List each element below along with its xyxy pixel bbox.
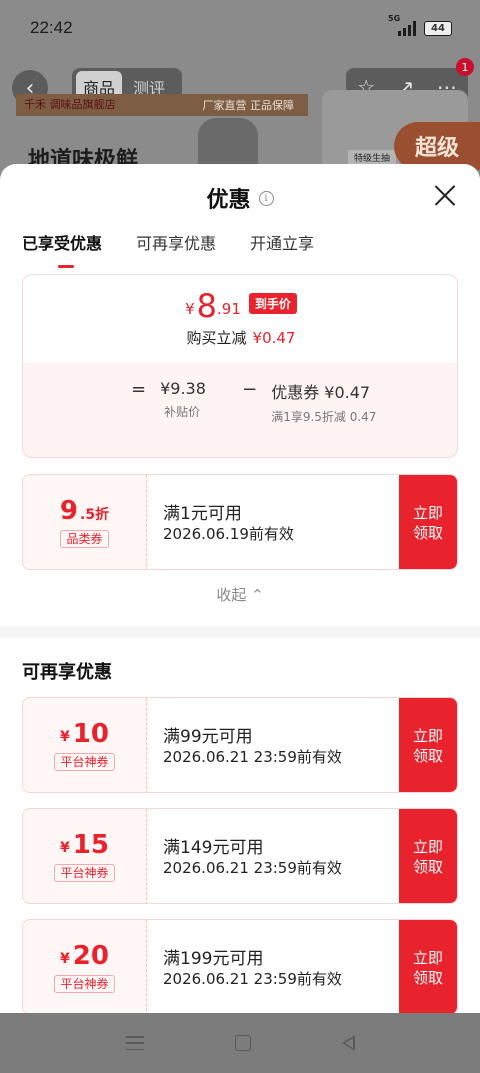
base-price-label: 补贴价 [164, 405, 201, 419]
coupon-currency: ¥ [60, 840, 70, 856]
status-time: 22:42 [30, 18, 73, 37]
promo-label: 超级 [394, 122, 480, 170]
close-icon[interactable] [434, 184, 456, 206]
home-icon[interactable] [234, 1035, 251, 1051]
network-label: 5G [388, 14, 401, 23]
tab-activate[interactable]: 开通立享 [250, 230, 314, 268]
claim-coupon-button[interactable]: 立即 领取 [399, 698, 457, 792]
applied-coupon: 9 .5折 品类券 满1元可用 2026.06.19前有效 立即 领取 [22, 474, 458, 570]
info-icon[interactable]: i [258, 190, 274, 206]
reduction-value: ¥0.47 [252, 329, 296, 347]
coupon-value-number: 15 [72, 830, 109, 860]
discount-sheet: 优惠 i 已享受优惠 可再享优惠 开通立享 ¥ 8 .91 到手价 购买立减 ¥0… [0, 164, 480, 1013]
coupon-deduction-label: 满1享9.5折减 0.47 [271, 410, 377, 424]
claim-button-line2: 领取 [412, 858, 443, 876]
signal-icon: 5G [388, 14, 416, 36]
platform-coupon: ¥ 15 平台神券 满149元可用 2026.06.21 23:59前有效 立即… [22, 808, 458, 904]
coupon-type-tag: 平台神券 [54, 864, 115, 882]
coupon-value-number: 20 [72, 941, 109, 971]
coupon-value-area: ¥ 20 平台神券 [23, 920, 147, 1013]
battery-icon: 44 [424, 20, 452, 36]
tab-more-discounts[interactable]: 可再享优惠 [136, 230, 216, 268]
coupon-type-tag: 平台神券 [54, 753, 115, 771]
system-nav-bar [0, 1013, 480, 1073]
coupon-value: ¥ 10 [60, 721, 109, 747]
claim-button-line2: 领取 [412, 524, 443, 542]
price-breakdown: = ¥9.38 补贴价 − 优惠券 ¥0.47 满1享9.5折减 0.47 [131, 379, 387, 426]
collapse-button[interactable]: 收起 ⌃ [0, 584, 480, 605]
coupon-value-suffix: .5折 [80, 507, 110, 523]
coupon-currency: ¥ [60, 951, 70, 967]
price-integer: 8 [196, 287, 218, 325]
claim-button-line2: 领取 [412, 747, 443, 765]
coupon-condition: 满1元可用 [163, 504, 242, 524]
status-bar: 22:42 5G 44 [0, 0, 480, 56]
coupon-condition: 满199元可用 [163, 949, 264, 969]
coupon-value: ¥ 15 [60, 832, 109, 858]
coupon-value-area: ¥ 10 平台神券 [23, 698, 147, 792]
coupon-expiry: 2026.06.21 23:59前有效 [163, 748, 342, 766]
status-indicators: 5G 44 [388, 14, 452, 36]
price-summary-card: ¥ 8 .91 到手价 购买立减 ¥0.47 = ¥9.38 补贴价 − 优惠券 … [22, 274, 458, 458]
platform-coupon: ¥ 10 平台神券 满99元可用 2026.06.21 23:59前有效 立即 … [22, 697, 458, 793]
price-currency: ¥ [185, 300, 195, 318]
coupon-condition: 满149元可用 [163, 838, 264, 858]
claim-button-line1: 立即 [412, 949, 443, 967]
price-decimal: .91 [217, 300, 241, 318]
sheet-header: 优惠 i [0, 164, 480, 234]
back-triangle-icon[interactable] [341, 1035, 355, 1051]
coupon-value-number: 10 [72, 719, 109, 749]
coupon-type-tag: 平台神券 [54, 975, 115, 993]
product-thumbnail-tag: 特级生抽 [348, 150, 397, 165]
discount-tabs: 已享受优惠 可再享优惠 开通立享 [22, 230, 314, 268]
coupon-value: 9 .5折 [60, 498, 109, 524]
equals-sign: = [131, 379, 147, 400]
notification-badge: 1 [456, 58, 474, 76]
base-price: ¥9.38 补贴价 [160, 379, 220, 421]
coupon-currency: ¥ [60, 729, 70, 745]
coupon-value-number: 9 [59, 496, 79, 526]
brand-name: 千禾 调味品旗舰店 [24, 98, 116, 111]
platform-coupon: ¥ 20 平台神券 满199元可用 2026.06.21 23:59前有效 立即… [22, 919, 458, 1013]
coupon-condition: 满99元可用 [163, 727, 253, 747]
claim-button-line2: 领取 [412, 969, 443, 987]
coupon-expiry: 2026.06.19前有效 [163, 525, 294, 543]
section-divider [0, 626, 480, 638]
claim-button-line1: 立即 [412, 504, 443, 522]
coupon-deduction: 优惠券 ¥0.47 满1享9.5折减 0.47 [271, 379, 387, 426]
coupon-type-tag: 品类券 [60, 530, 109, 548]
claim-coupon-button[interactable]: 立即 领取 [399, 920, 457, 1013]
coupon-value-area: 9 .5折 品类券 [23, 475, 147, 569]
final-price: ¥ 8 .91 到手价 [23, 287, 457, 325]
menu-icon[interactable] [125, 1036, 144, 1050]
coupon-value: ¥ 20 [60, 943, 109, 969]
brand-strip-text: 厂家直营 正品保障 [202, 99, 295, 112]
coupon-expiry: 2026.06.21 23:59前有效 [163, 970, 342, 988]
final-price-badge: 到手价 [248, 293, 297, 314]
claim-coupon-button[interactable]: 立即 领取 [399, 809, 457, 903]
minus-sign: − [242, 379, 258, 400]
instant-reduction: 购买立减 ¥0.47 [23, 327, 457, 348]
claim-button-line1: 立即 [412, 838, 443, 856]
claim-button-line1: 立即 [412, 727, 443, 745]
reduction-label: 购买立减 [186, 329, 247, 347]
claim-coupon-button[interactable]: 立即 领取 [399, 475, 457, 569]
base-price-value: ¥9.38 [160, 379, 206, 398]
coupon-value-area: ¥ 15 平台神券 [23, 809, 147, 903]
more-discounts-title: 可再享优惠 [22, 662, 112, 683]
sheet-title: 优惠 [206, 188, 251, 213]
tab-enjoyed[interactable]: 已享受优惠 [22, 230, 102, 268]
coupon-deduction-value: 优惠券 ¥0.47 [271, 383, 371, 402]
coupon-expiry: 2026.06.21 23:59前有效 [163, 859, 342, 877]
